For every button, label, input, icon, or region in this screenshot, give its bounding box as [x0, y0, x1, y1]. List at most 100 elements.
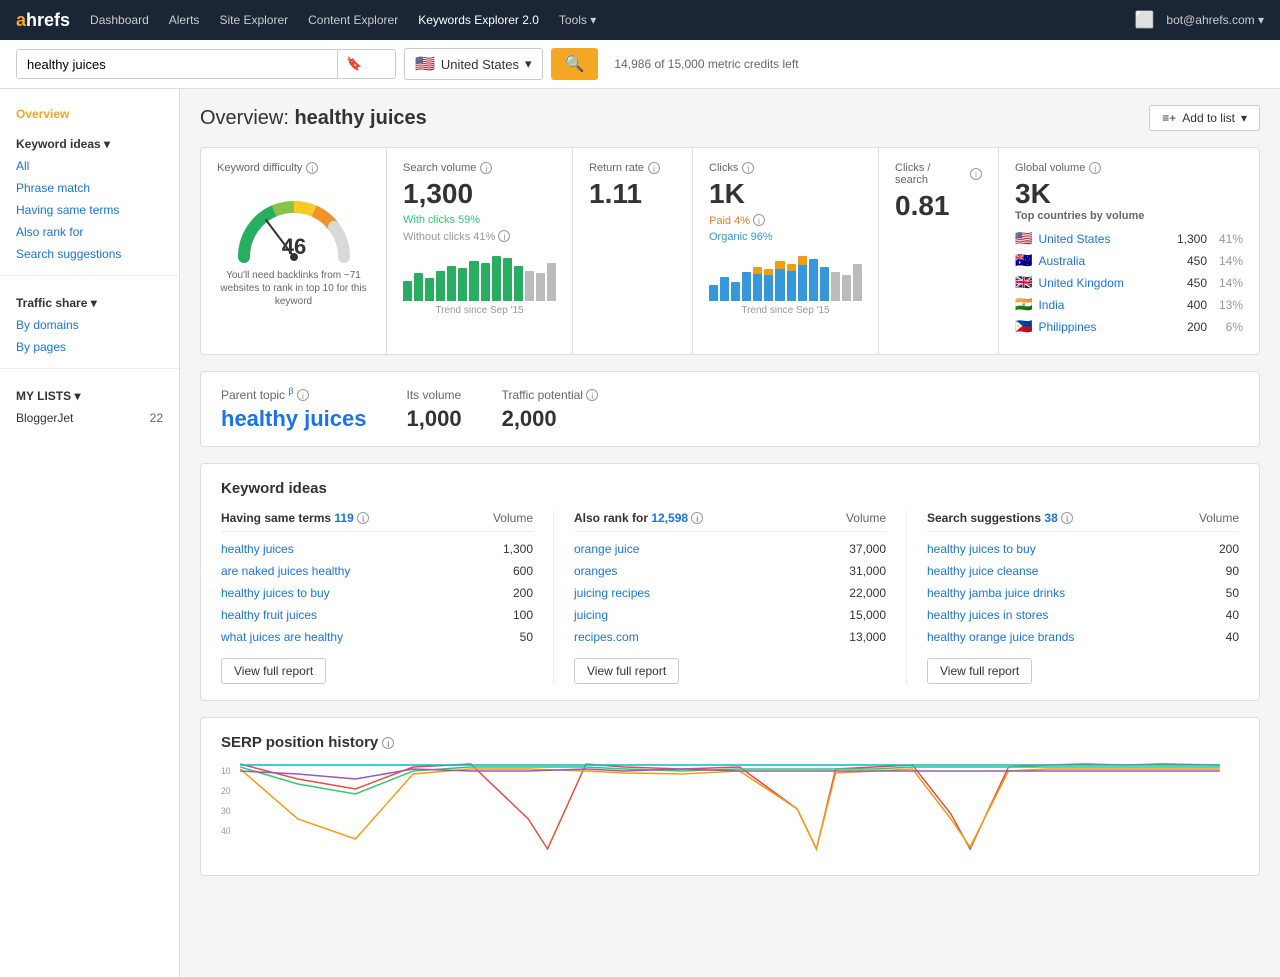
clicks-per-search-card: Clicks / search i 0.81: [879, 148, 999, 354]
country-name-link[interactable]: United States: [1038, 232, 1161, 246]
country-name-link[interactable]: Australia: [1038, 254, 1161, 268]
idea-keyword-link[interactable]: healthy juices in stores: [927, 608, 1048, 622]
sv-bar: [503, 258, 512, 301]
idea-keyword-link[interactable]: recipes.com: [574, 630, 639, 644]
search-input[interactable]: [17, 51, 337, 78]
search-button[interactable]: 🔍: [551, 48, 599, 80]
sv-info-icon[interactable]: i: [480, 162, 492, 174]
parent-topic-row: Parent topic β i healthy juices Its volu…: [200, 371, 1260, 447]
sv-bar: [414, 273, 423, 301]
rr-info-icon[interactable]: i: [648, 162, 660, 174]
pt-traffic-info[interactable]: i: [586, 389, 598, 401]
list-count: 22: [150, 411, 163, 425]
cps-value: 0.81: [895, 190, 982, 222]
nav-site-explorer[interactable]: Site Explorer: [219, 13, 288, 27]
sidebar-divider-2: [0, 368, 179, 369]
clicks-bar: [853, 264, 862, 301]
add-to-list-button[interactable]: ≡+ Add to list ▾: [1149, 105, 1260, 131]
also-rank-view-report[interactable]: View full report: [574, 658, 679, 684]
sv-woc-info-icon[interactable]: i: [498, 230, 510, 242]
idea-keyword-link[interactable]: oranges: [574, 564, 617, 578]
pt-info-icon[interactable]: i: [297, 389, 309, 401]
st-info[interactable]: i: [357, 512, 369, 524]
sidebar-item-phrase-match[interactable]: Phrase match: [0, 177, 179, 199]
serp-section: SERP position history i 10 20 30 40: [200, 717, 1260, 876]
sidebar-item-also-rank-for[interactable]: Also rank for: [0, 221, 179, 243]
sv-bar: [481, 263, 490, 301]
svg-text:40: 40: [221, 826, 231, 836]
same-terms-view-report[interactable]: View full report: [221, 658, 326, 684]
user-menu[interactable]: bot@ahrefs.com ▾: [1166, 13, 1264, 27]
serp-info[interactable]: i: [382, 737, 394, 749]
search-input-wrap: 🔖: [16, 49, 396, 79]
kd-info-icon[interactable]: i: [306, 162, 318, 174]
svg-text:10: 10: [221, 766, 231, 776]
country-name-link[interactable]: India: [1038, 298, 1161, 312]
idea-keyword-link[interactable]: healthy orange juice brands: [927, 630, 1074, 644]
country-name-link[interactable]: United Kingdom: [1038, 276, 1161, 290]
idea-keyword-link[interactable]: healthy juice cleanse: [927, 564, 1038, 578]
country-pct: 13%: [1213, 298, 1243, 312]
bookmark-icon[interactable]: 🔖: [337, 50, 370, 78]
rr-label: Return rate i: [589, 162, 676, 174]
nav-tools[interactable]: Tools ▾: [559, 13, 596, 27]
nav-dashboard[interactable]: Dashboard: [90, 13, 149, 27]
sidebar-item-search-suggestions[interactable]: Search suggestions: [0, 243, 179, 265]
nav-content-explorer[interactable]: Content Explorer: [308, 13, 398, 27]
country-volume: 1,300: [1167, 232, 1207, 246]
clicks-bar: [798, 256, 807, 301]
country-pct: 41%: [1213, 232, 1243, 246]
idea-keyword-link[interactable]: healthy juices to buy: [221, 586, 330, 600]
idea-keyword-link[interactable]: are naked juices healthy: [221, 564, 350, 578]
sidebar-item-by-pages[interactable]: By pages: [0, 336, 179, 358]
idea-keyword-link[interactable]: what juices are healthy: [221, 630, 343, 644]
overview-keyword: healthy juices: [294, 107, 426, 129]
country-name-link[interactable]: Philippines: [1038, 320, 1161, 334]
idea-keyword-link[interactable]: healthy juices to buy: [927, 542, 1036, 556]
sidebar-traffic-share-section[interactable]: Traffic share ▾: [0, 286, 179, 314]
sidebar-item-all[interactable]: All: [0, 155, 179, 177]
country-volume: 400: [1167, 298, 1207, 312]
ar-info[interactable]: i: [691, 512, 703, 524]
sidebar-keyword-ideas-section[interactable]: Keyword ideas ▾: [0, 127, 179, 155]
sidebar-overview[interactable]: Overview: [0, 101, 179, 127]
country-flag-icon: 🇵🇭: [1015, 318, 1032, 335]
idea-row: healthy juices to buy 200: [927, 538, 1239, 560]
country-flag-icon: 🇬🇧: [1015, 274, 1032, 291]
gv-value: 3K: [1015, 178, 1243, 210]
idea-volume: 37,000: [849, 542, 886, 556]
monitor-icon: ⬜: [1135, 10, 1155, 30]
idea-row: healthy jamba juice drinks 50: [927, 582, 1239, 604]
idea-keyword-link[interactable]: healthy juices: [221, 542, 294, 556]
sidebar-item-by-domains[interactable]: By domains: [0, 314, 179, 336]
cps-label: Clicks / search i: [895, 162, 982, 186]
parent-topic-value[interactable]: healthy juices: [221, 406, 367, 432]
idea-volume: 100: [513, 608, 533, 622]
gv-info-icon[interactable]: i: [1089, 162, 1101, 174]
country-selector[interactable]: 🇺🇸 United States ▾: [404, 48, 543, 80]
clicks-bar: [720, 277, 729, 301]
svg-text:46: 46: [281, 234, 305, 259]
idea-row: healthy juices 1,300: [221, 538, 533, 560]
credits-info: 14,986 of 15,000 metric credits left: [614, 57, 798, 71]
idea-row: oranges 31,000: [574, 560, 886, 582]
ss-info[interactable]: i: [1061, 512, 1073, 524]
nav-keywords-explorer[interactable]: Keywords Explorer 2.0: [418, 13, 539, 27]
also-rank-list: orange juice 37,000 oranges 31,000 juici…: [574, 538, 886, 648]
cps-info-icon[interactable]: i: [970, 168, 982, 180]
sidebar-item-having-same-terms[interactable]: Having same terms: [0, 199, 179, 221]
ss-view-report[interactable]: View full report: [927, 658, 1032, 684]
nav-alerts[interactable]: Alerts: [169, 13, 200, 27]
clicks-info-icon[interactable]: i: [742, 162, 754, 174]
idea-keyword-link[interactable]: juicing recipes: [574, 586, 650, 600]
clicks-paid-info[interactable]: i: [753, 214, 765, 226]
country-row: 🇮🇳 India 400 13%: [1015, 296, 1243, 313]
idea-keyword-link[interactable]: healthy fruit juices: [221, 608, 317, 622]
serp-chart-svg: 10 20 30 40: [221, 759, 1239, 859]
top-navigation: ahrefs Dashboard Alerts Site Explorer Co…: [0, 0, 1280, 40]
idea-keyword-link[interactable]: healthy jamba juice drinks: [927, 586, 1065, 600]
list-name[interactable]: BloggerJet: [16, 411, 73, 425]
sidebar-my-lists-section[interactable]: MY LISTS ▾: [0, 379, 179, 407]
idea-keyword-link[interactable]: orange juice: [574, 542, 639, 556]
idea-keyword-link[interactable]: juicing: [574, 608, 608, 622]
